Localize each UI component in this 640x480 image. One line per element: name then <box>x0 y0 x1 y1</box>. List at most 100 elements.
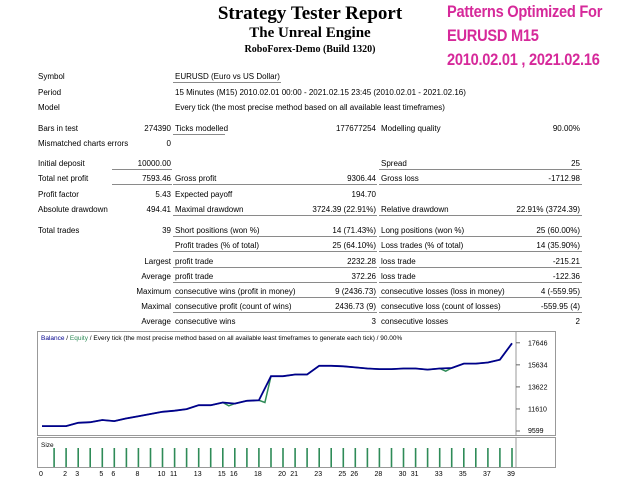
x-tick-label: 21 <box>290 471 298 478</box>
x-tick-label: 15 <box>218 471 226 478</box>
max-dd-label: Maximal drawdown <box>175 205 244 214</box>
size-bar <box>306 448 308 467</box>
profit-trades-value: 25 (64.10%) <box>332 241 376 250</box>
spread-underline <box>379 169 582 170</box>
max-cons-wins-underline <box>173 297 377 298</box>
average-loss-label: loss trade <box>381 272 416 281</box>
gross-loss-label: Gross loss <box>381 174 419 183</box>
size-bar <box>149 448 152 467</box>
profit-factor-value: 5.43 <box>155 190 171 199</box>
symbol-value: EURUSD (Euro vs US Dollar) <box>175 72 280 81</box>
gross-loss-value: -1712.98 <box>548 174 580 183</box>
ticks-label: Ticks modelled <box>175 124 229 133</box>
max-cons-loss-value: -559.95 (4) <box>540 302 580 311</box>
size-bar <box>53 448 55 467</box>
avg-cons-losses-value: 2 <box>575 317 580 326</box>
max-cons-wins-label: consecutive wins (profit in money) <box>175 287 296 296</box>
abs-dd-label: Absolute drawdown <box>38 205 108 214</box>
maximum-label: Maximum <box>136 287 171 296</box>
profit-trades-underline <box>173 251 377 252</box>
largest-profit-underline <box>173 267 377 268</box>
size-bar <box>258 448 260 467</box>
x-tick-label: 26 <box>350 471 358 478</box>
x-tick-label: 28 <box>375 471 383 478</box>
x-tick-label: 18 <box>254 471 262 478</box>
size-bar <box>161 448 164 467</box>
deposit-value: 10000.00 <box>137 159 171 168</box>
max-dd-underline <box>173 215 377 216</box>
promo-line-2: EURUSD M15 <box>447 26 539 45</box>
x-tick-label: 30 <box>399 471 407 478</box>
trades-label: Total trades <box>38 226 80 235</box>
average2-label: Average <box>141 317 171 326</box>
x-tick-label: 39 <box>507 471 515 478</box>
gross-profit-underline <box>173 184 377 185</box>
avg-cons-wins-value: 3 <box>371 317 376 326</box>
rel-dd-label: Relative drawdown <box>381 205 449 214</box>
size-bar <box>463 448 465 467</box>
x-tick-label: 16 <box>230 471 238 478</box>
size-bar <box>101 448 104 467</box>
payoff-value: 194.70 <box>351 190 376 199</box>
x-tick-label: 13 <box>194 471 202 478</box>
x-tick-label: 35 <box>459 471 467 478</box>
legend-equity: Equity <box>70 335 89 342</box>
promo-line-1: Patterns Optimized For <box>447 2 603 21</box>
period-value: 15 Minutes (M15) 2010.02.01 00:00 - 2021… <box>175 88 466 97</box>
period-label: Period <box>38 88 62 97</box>
symbol-underline <box>173 82 281 83</box>
y-tick-label: 9599 <box>528 428 544 435</box>
ticks-underline <box>173 134 225 135</box>
x-tick-label: 37 <box>483 471 491 478</box>
size-bar <box>511 448 513 467</box>
size-bar <box>197 448 200 467</box>
max-cons-profit-value: 2436.73 (9) <box>335 302 376 311</box>
x-tick-label: 5 <box>99 471 103 478</box>
net-underline <box>112 184 172 185</box>
ticks-value: 177677254 <box>335 124 376 133</box>
size-bar <box>450 448 453 467</box>
size-bar <box>499 448 501 467</box>
average-loss-underline <box>379 282 582 283</box>
x-tick-label: 6 <box>111 471 115 478</box>
quality-label: Modelling quality <box>381 124 441 133</box>
size-bar <box>487 448 489 467</box>
balance-chart: Balance / Equity / Every tick (the most … <box>37 331 556 436</box>
size-bar <box>282 448 284 467</box>
size-bar <box>89 448 91 467</box>
quality-value: 90.00% <box>552 124 580 133</box>
x-tick-label: 33 <box>435 471 443 478</box>
size-bar <box>438 448 441 467</box>
max-cons-wins-value: 9 (2436.73) <box>335 287 376 296</box>
average-profit-underline <box>173 282 377 283</box>
x-tick-label: 11 <box>170 471 177 478</box>
legend-balance: Balance <box>41 335 65 342</box>
equity-line <box>42 342 513 427</box>
size-bar <box>414 448 417 467</box>
x-tick-label: 10 <box>158 471 166 478</box>
size-bar <box>354 448 357 467</box>
trades-value: 39 <box>162 226 171 235</box>
size-bar <box>270 448 272 467</box>
size-bar <box>185 448 188 467</box>
loss-trades-underline <box>379 251 582 252</box>
size-bar <box>65 448 67 467</box>
size-bar <box>246 448 248 467</box>
balance-chart-svg: Balance / Equity / Every tick (the most … <box>41 332 548 435</box>
loss-trades-label: Loss trades (% of total) <box>381 241 464 250</box>
spread-value: 25 <box>571 159 580 168</box>
max-cons-profit-label: consecutive profit (count of wins) <box>175 302 292 311</box>
rel-dd-underline <box>379 215 582 216</box>
size-label: Size <box>41 442 54 449</box>
max-cons-loss-label: consecutive loss (count of losses) <box>381 302 501 311</box>
size-bar <box>294 448 296 467</box>
rel-dd-value: 22.91% (3724.39) <box>516 205 580 214</box>
largest-loss-label: loss trade <box>381 257 416 266</box>
y-tick-label: 15634 <box>528 362 548 369</box>
balance-line <box>42 342 513 427</box>
deposit-underline <box>112 169 172 170</box>
net-label: Total net profit <box>38 174 89 183</box>
bars-label: Bars in test <box>38 124 79 133</box>
short-underline <box>173 236 377 237</box>
payoff-label: Expected payoff <box>175 190 233 199</box>
